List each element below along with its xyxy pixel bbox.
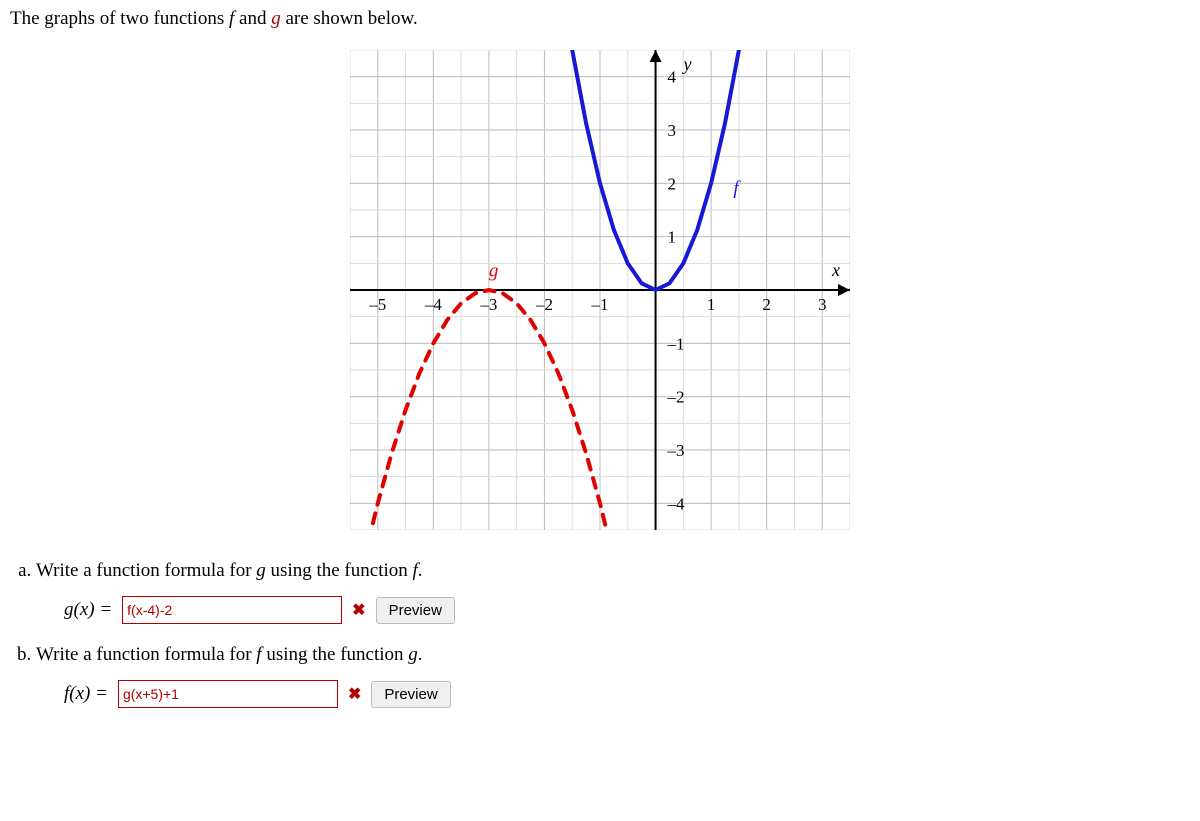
question-b: Write a function formula for f using the… (36, 644, 1190, 708)
function-plot: –5–4–3–2–1123–4–3–2–11234xyfg (350, 50, 850, 530)
svg-text:3: 3 (818, 295, 827, 314)
svg-text:1: 1 (707, 295, 716, 314)
lhs-b: f(x) = (64, 683, 108, 705)
svg-text:x: x (831, 260, 840, 280)
svg-text:4: 4 (668, 68, 677, 87)
svg-text:2: 2 (762, 295, 771, 314)
preview-button-b[interactable]: Preview (371, 681, 450, 708)
answer-row-b: f(x) = ✖ Preview (64, 680, 1190, 708)
qb-fn-in: g (408, 644, 418, 665)
svg-text:–2: –2 (535, 295, 553, 314)
qa-pre: Write a function formula for (36, 560, 256, 581)
qa-mid: using the function (266, 560, 413, 581)
preview-button-a[interactable]: Preview (376, 597, 455, 624)
svg-text:–1: –1 (591, 295, 609, 314)
qb-mid: using the function (262, 644, 409, 665)
svg-text:2: 2 (668, 174, 677, 193)
svg-text:–3: –3 (667, 441, 685, 460)
answer-input-a[interactable] (122, 596, 342, 624)
answer-input-b[interactable] (118, 680, 338, 708)
wrong-icon: ✖ (352, 600, 365, 620)
intro-g: g (271, 8, 281, 29)
intro-mid: and (234, 8, 271, 29)
intro-pre: The graphs of two functions (10, 8, 229, 29)
svg-text:–2: –2 (667, 388, 685, 407)
svg-text:–5: –5 (368, 295, 386, 314)
svg-text:1: 1 (668, 228, 677, 247)
chart-container: –5–4–3–2–1123–4–3–2–11234xyfg (10, 50, 1190, 530)
svg-text:–4: –4 (424, 295, 443, 314)
intro-text: The graphs of two functions f and g are … (10, 8, 1190, 30)
qb-pre: Write a function formula for (36, 644, 256, 665)
svg-text:–3: –3 (479, 295, 497, 314)
qb-post: . (418, 644, 423, 665)
svg-text:3: 3 (668, 121, 677, 140)
question-list: Write a function formula for g using the… (10, 560, 1190, 708)
svg-text:y: y (682, 54, 692, 74)
svg-text:–4: –4 (667, 494, 686, 513)
intro-post: are shown below. (281, 8, 418, 29)
svg-text:g: g (489, 261, 499, 282)
lhs-a: g(x) = (64, 599, 112, 621)
question-a: Write a function formula for g using the… (36, 560, 1190, 624)
qa-fn-out: g (256, 560, 266, 581)
svg-text:–1: –1 (667, 334, 685, 353)
qa-post: . (418, 560, 423, 581)
wrong-icon: ✖ (348, 684, 361, 704)
answer-row-a: g(x) = ✖ Preview (64, 596, 1190, 624)
